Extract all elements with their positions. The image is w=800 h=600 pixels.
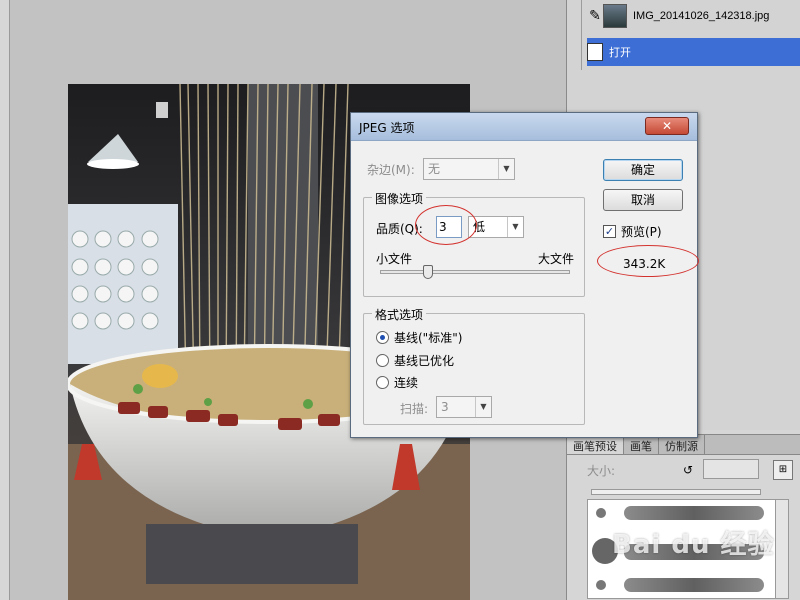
history-snapshot[interactable]: ✎ IMG_20141026_142318.jpg — [587, 2, 800, 30]
quality-slider-thumb[interactable] — [422, 265, 433, 279]
chevron-down-icon[interactable]: ▼ — [507, 217, 523, 237]
image-options-group: 图像选项 品质(Q): 3 低 ▼ 小文件 大文件 — [363, 190, 585, 297]
chevron-down-icon: ▼ — [475, 397, 491, 417]
chevron-down-icon: ▼ — [498, 159, 514, 179]
preview-label[interactable]: 预览(P) — [621, 223, 662, 240]
history-brush-icon[interactable]: ✎ — [587, 8, 603, 24]
matte-value: 无 — [428, 162, 441, 176]
image-options-legend: 图像选项 — [372, 190, 427, 207]
brush-size-input[interactable] — [703, 459, 759, 479]
dialog-title: JPEG 选项 — [359, 121, 415, 135]
quality-slider-track[interactable] — [380, 270, 570, 274]
preview-checkbox[interactable]: ✓ — [603, 225, 616, 238]
snapshot-thumbnail — [603, 4, 627, 28]
radio-baseline-optimized[interactable] — [376, 354, 389, 367]
dialog-body: 杂边(M): 无 ▼ 图像选项 品质(Q): 3 低 ▼ 小文件 大文件 格式选… — [351, 141, 699, 437]
brush-presets-panel: 画笔预设 画笔 仿制源 大小: ↺ ⊞ — [567, 434, 800, 600]
baseline-standard-label[interactable]: 基线("标准") — [394, 329, 462, 346]
brush-tabs: 画笔预设 画笔 仿制源 — [567, 435, 800, 455]
annotation-ellipse-filesize — [597, 245, 699, 277]
scans-value: 3 — [441, 400, 449, 414]
history-step-icon — [587, 43, 603, 61]
ok-button[interactable]: 确定 — [603, 159, 683, 181]
radio-baseline-standard[interactable] — [376, 331, 389, 344]
format-options-group: 格式选项 基线("标准") 基线已优化 连续 扫描: 3 ▼ — [363, 306, 585, 425]
brush-stroke-preview — [624, 578, 764, 592]
baseline-optimized-label[interactable]: 基线已优化 — [394, 352, 454, 369]
reset-icon[interactable]: ↺ — [683, 463, 693, 477]
baidu-watermark: Bai du 经验 — [612, 530, 775, 560]
progressive-label[interactable]: 连续 — [394, 374, 418, 391]
scans-label: 扫描: — [400, 402, 429, 416]
cancel-button[interactable]: 取消 — [603, 189, 683, 211]
large-file-label: 大文件 — [538, 252, 575, 266]
brush-size-slider[interactable] — [591, 489, 761, 495]
format-options-legend: 格式选项 — [372, 306, 427, 323]
radio-progressive[interactable] — [376, 376, 389, 389]
history-step-label: 打开 — [609, 47, 631, 59]
history-step-open[interactable]: 打开 — [587, 38, 800, 66]
brush-tip-small[interactable] — [596, 580, 606, 590]
brush-size-label: 大小: — [587, 463, 616, 478]
vertical-ruler — [0, 0, 10, 600]
brush-stroke-preview — [624, 506, 764, 520]
brush-tip-small[interactable] — [596, 508, 606, 518]
dialog-titlebar[interactable]: JPEG 选项 ✕ — [351, 113, 697, 141]
history-divider — [581, 0, 582, 70]
jpeg-options-dialog: JPEG 选项 ✕ 杂边(M): 无 ▼ 图像选项 品质(Q): 3 低 ▼ 小… — [350, 112, 699, 438]
new-brush-icon[interactable]: ⊞ — [773, 460, 793, 480]
snapshot-name: IMG_20141026_142318.jpg — [633, 10, 770, 22]
small-file-label: 小文件 — [376, 252, 413, 266]
annotation-ellipse-quality — [415, 205, 477, 245]
matte-select: 无 ▼ — [423, 158, 515, 180]
brush-list-scrollbar[interactable] — [775, 499, 789, 599]
scans-select: 3 ▼ — [436, 396, 492, 418]
close-button[interactable]: ✕ — [645, 117, 689, 135]
matte-label: 杂边(M): — [367, 163, 415, 177]
